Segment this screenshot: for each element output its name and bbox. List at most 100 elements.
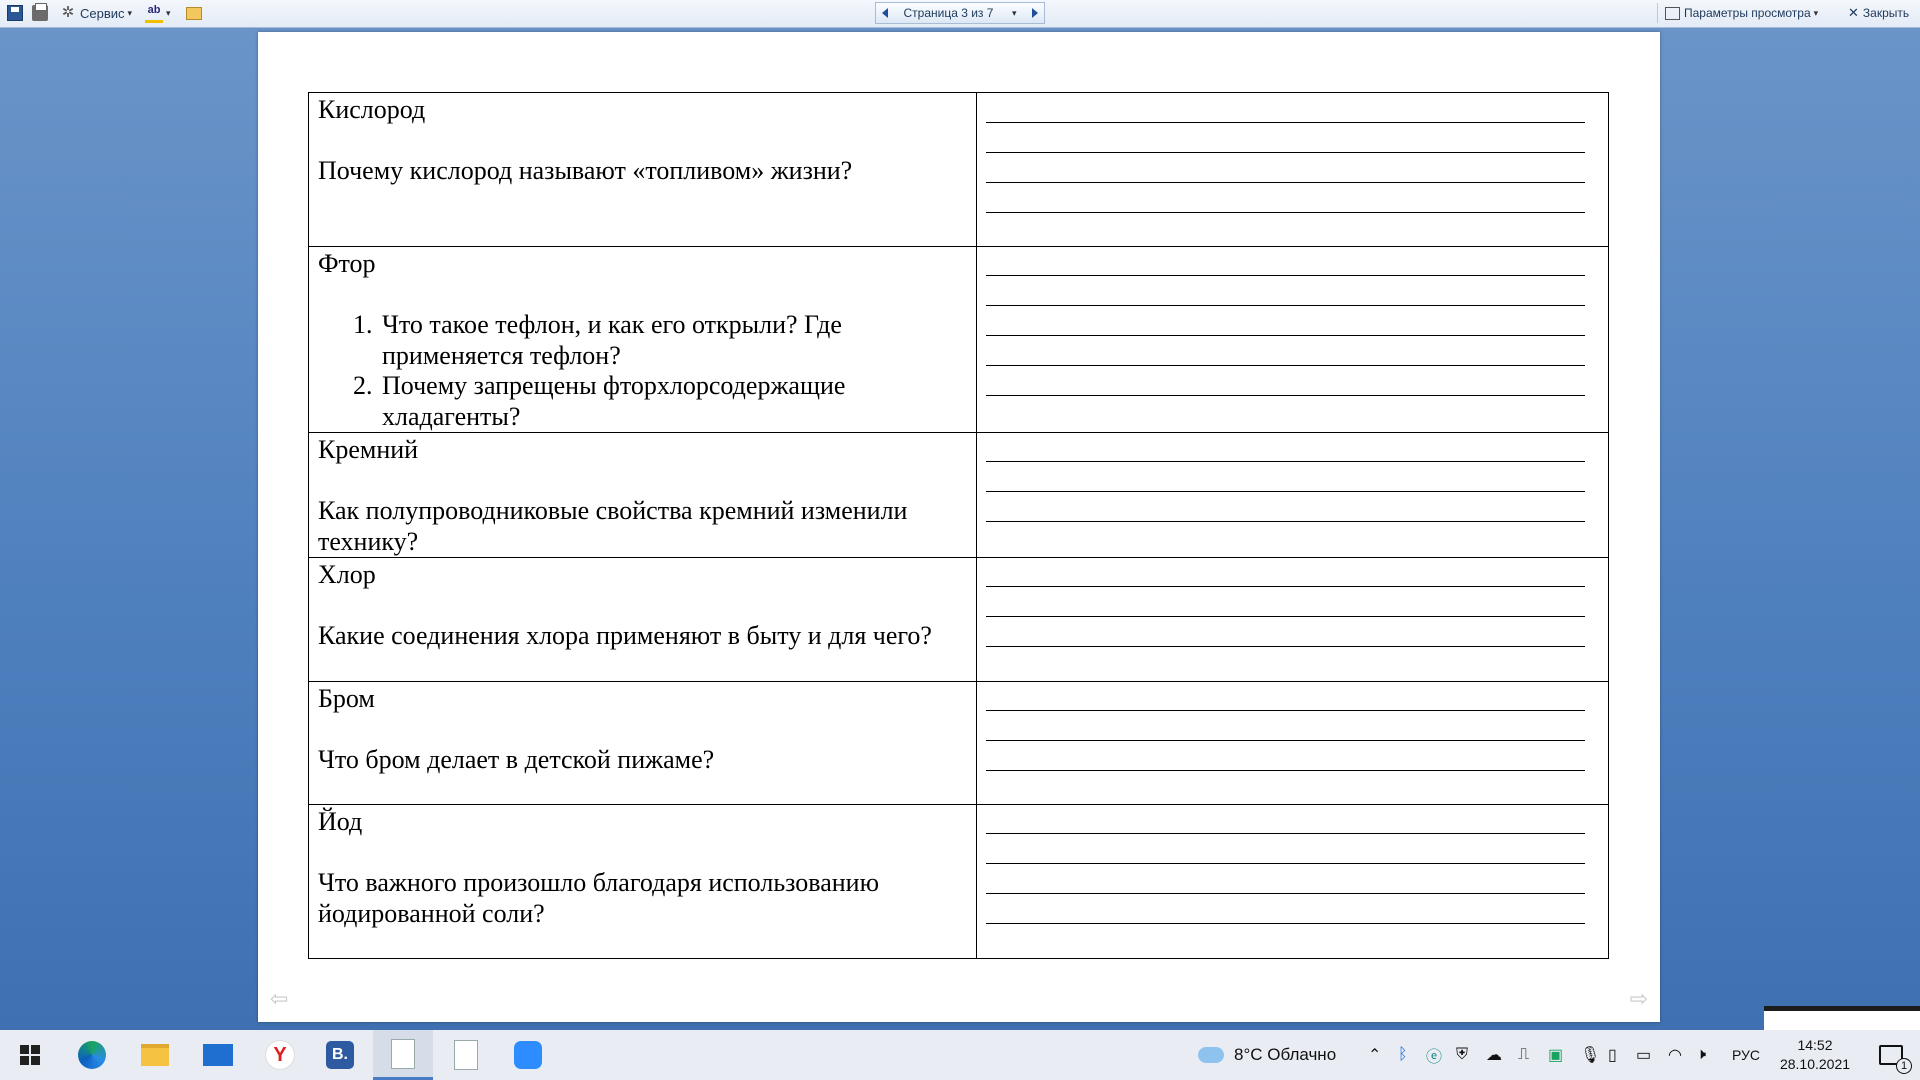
bluetooth-icon[interactable]: ᛒ xyxy=(1398,1030,1408,1080)
table-row: Кислород Почему кислород называют «топли… xyxy=(308,92,1609,247)
spelling-icon: ab xyxy=(145,4,163,23)
answer-line xyxy=(986,182,1585,183)
questions-table: Кислород Почему кислород называют «топли… xyxy=(308,92,1609,959)
question-text: Какие соединения хлора применяют в быту … xyxy=(318,621,932,650)
clock-time: 14:52 xyxy=(1797,1037,1833,1053)
print-icon xyxy=(32,3,48,21)
document-icon xyxy=(454,1040,478,1070)
taskbar-document-active[interactable] xyxy=(373,1030,433,1080)
question-text: Что важного произошло благодаря использо… xyxy=(318,868,880,928)
view-params-button[interactable]: Параметры просмотра ▾ xyxy=(1665,3,1818,23)
document-page: Кислород Почему кислород называют «топли… xyxy=(258,32,1660,1022)
chevron-down-icon: ▾ xyxy=(1813,7,1819,18)
answer-line xyxy=(986,461,1585,462)
table-row: Бром Что бром делает в детской пижаме? xyxy=(308,681,1609,805)
taskbar-document[interactable] xyxy=(436,1030,496,1080)
page-indicator[interactable]: Страница 3 из 7 xyxy=(904,6,994,20)
list-item: Что такое тефлон, и как его открыли? Где… xyxy=(379,310,967,371)
battery-icon[interactable]: ▭ xyxy=(1636,1030,1651,1080)
close-preview-button[interactable]: ✕ Закрыть xyxy=(1848,3,1909,23)
taskbar-vk[interactable]: B. xyxy=(310,1030,370,1080)
language-indicator[interactable]: РУС xyxy=(1732,1030,1760,1080)
chevron-down-icon: ▾ xyxy=(127,7,133,18)
clock[interactable]: 14:52 28.10.2021 xyxy=(1770,1030,1860,1080)
answer-line xyxy=(986,740,1585,741)
start-button[interactable] xyxy=(0,1030,60,1080)
vk-icon: B. xyxy=(326,1041,354,1069)
open-folder-button[interactable] xyxy=(186,3,202,23)
zoom-icon xyxy=(514,1041,542,1069)
answer-line xyxy=(986,770,1585,771)
close-icon: ✕ xyxy=(1848,5,1859,20)
tray-overflow-button[interactable]: ⌃ xyxy=(1368,1030,1381,1080)
answer-cell xyxy=(976,246,1609,433)
next-page-arrow-icon[interactable]: ⇨ xyxy=(1630,987,1648,1012)
volume-icon[interactable]: 🕨 xyxy=(1696,1030,1706,1080)
element-title: Кремний xyxy=(318,435,419,464)
taskbar-zoom[interactable] xyxy=(498,1030,558,1080)
question-text: Почему кислород называют «топливом» жизн… xyxy=(318,156,853,185)
answer-line xyxy=(986,521,1585,522)
view-params-label: Параметры просмотра xyxy=(1684,6,1811,20)
answer-cell xyxy=(976,432,1609,558)
answer-line xyxy=(986,491,1585,492)
service-menu-button[interactable]: ✲ Сервис ▾ xyxy=(60,3,132,23)
answer-line xyxy=(986,646,1585,647)
weather-text: 8°C Облачно xyxy=(1234,1045,1337,1064)
taskbar: Y B. 8°C Облачно ⌃ ᛒ ⓔ ⛨ ☁ ⎍ ▣ 🎙 ▯ ▭ ◠ 🕨… xyxy=(0,1030,1920,1080)
notification-badge: 1 xyxy=(1896,1058,1912,1074)
answer-line xyxy=(986,710,1585,711)
element-title: Бром xyxy=(318,684,375,713)
cloud-sync-icon[interactable]: ☁ xyxy=(1486,1030,1502,1080)
answer-line xyxy=(986,335,1585,336)
weather-widget[interactable]: 8°C Облачно xyxy=(1198,1030,1336,1080)
table-row: Йод Что важного произошло благодаря испо… xyxy=(308,804,1609,959)
answer-line xyxy=(986,833,1585,834)
next-page-icon[interactable] xyxy=(1031,8,1038,18)
browser-tray-icon[interactable]: ⓔ xyxy=(1426,1030,1442,1080)
answer-line xyxy=(986,863,1585,864)
yandex-browser-icon: Y xyxy=(265,1040,295,1070)
save-icon xyxy=(7,5,23,21)
question-cell: Фтор Что такое тефлон, и как его открыли… xyxy=(308,246,977,433)
spelling-button[interactable]: ab ▾ xyxy=(145,3,171,23)
question-list: Что такое тефлон, и как его открыли? Где… xyxy=(318,310,967,432)
taskbar-edge[interactable] xyxy=(62,1030,122,1080)
notifications-button[interactable]: 1 xyxy=(1866,1030,1916,1080)
taskbar-yandex[interactable]: Y xyxy=(250,1030,310,1080)
chevron-down-icon[interactable]: ▾ xyxy=(1012,8,1017,19)
microphone-icon[interactable]: 🎙 xyxy=(1580,1030,1600,1080)
app-tray-icon[interactable]: ▣ xyxy=(1548,1030,1563,1080)
usb-icon[interactable]: ⎍ xyxy=(1518,1030,1529,1080)
tools-icon: ✲ xyxy=(61,4,75,21)
taskbar-file-explorer[interactable] xyxy=(125,1030,185,1080)
previous-page-arrow-icon[interactable]: ⇦ xyxy=(270,987,288,1012)
question-cell: Кремний Как полупроводниковые свойства к… xyxy=(308,432,977,558)
mail-icon xyxy=(203,1044,233,1066)
notification-edge xyxy=(1764,1006,1920,1030)
windows-logo-icon xyxy=(20,1045,40,1065)
save-button[interactable] xyxy=(7,3,23,23)
answer-line xyxy=(986,275,1585,276)
answer-cell xyxy=(976,681,1609,805)
security-icon[interactable]: ⛨ xyxy=(1456,1030,1468,1080)
answer-line xyxy=(986,212,1585,213)
answer-line xyxy=(986,893,1585,894)
device-icon[interactable]: ▯ xyxy=(1608,1030,1617,1080)
wifi-icon[interactable]: ◠ xyxy=(1668,1030,1682,1080)
question-cell: Хлор Какие соединения хлора применяют в … xyxy=(308,557,977,682)
previous-page-icon[interactable] xyxy=(882,8,888,18)
answer-line xyxy=(986,616,1585,617)
list-item: Почему запрещены фторхлорсодержащие хлад… xyxy=(379,371,967,432)
clock-date: 28.10.2021 xyxy=(1779,1056,1851,1072)
question-text: Что бром делает в детской пижаме? xyxy=(318,745,715,774)
answer-line xyxy=(986,122,1585,123)
view-params-icon xyxy=(1665,6,1680,20)
answer-line xyxy=(986,305,1585,306)
close-label: Закрыть xyxy=(1862,6,1910,20)
answer-line xyxy=(986,586,1585,587)
answer-line xyxy=(986,395,1585,396)
print-button[interactable] xyxy=(32,3,48,23)
taskbar-mail[interactable] xyxy=(188,1030,248,1080)
question-cell: Йод Что важного произошло благодаря испо… xyxy=(308,804,977,959)
